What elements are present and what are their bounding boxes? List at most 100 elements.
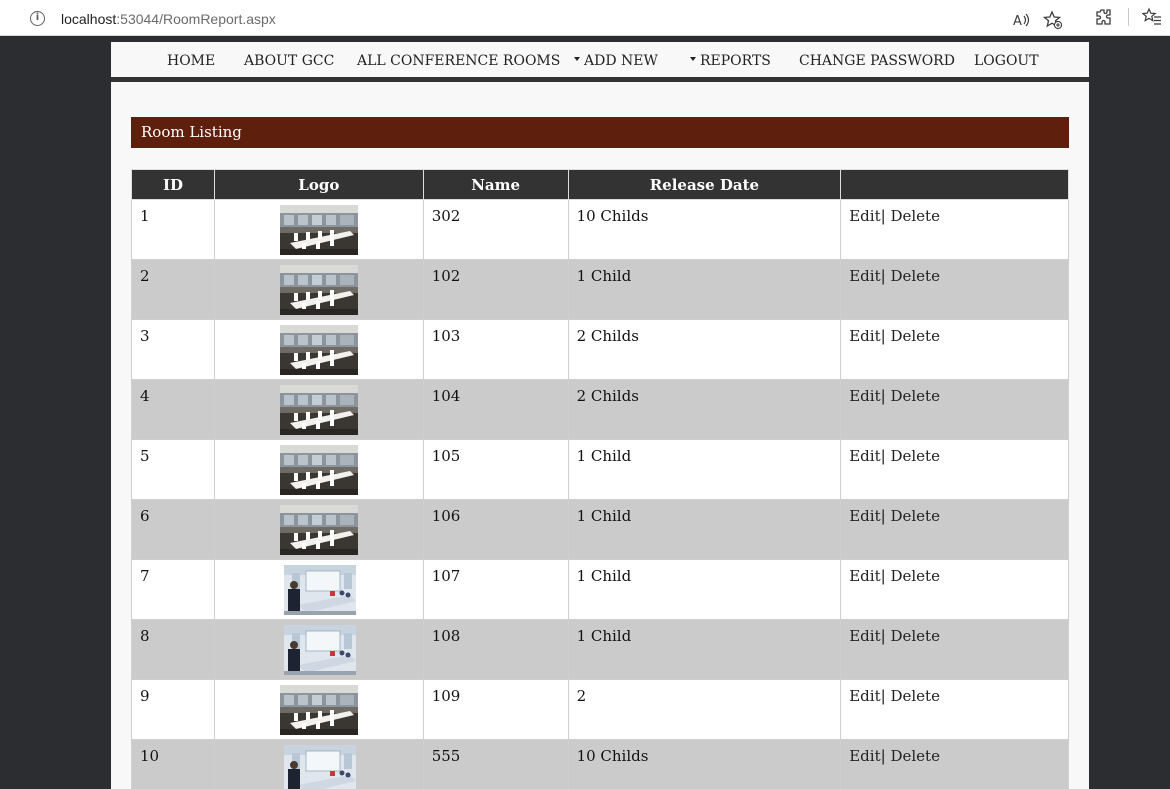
read-aloud-icon[interactable]: A xyxy=(1010,9,1032,31)
table-row: 5 105 1 Child Edit| Delete xyxy=(131,439,1069,500)
nav-reports-dropdown[interactable]: REPORTS xyxy=(690,53,771,69)
delete-link[interactable]: Delete xyxy=(890,267,939,285)
delete-link[interactable]: Delete xyxy=(890,567,939,585)
cell-logo xyxy=(213,739,424,789)
favorites-icon[interactable] xyxy=(1141,6,1163,28)
cell-logo xyxy=(213,559,424,620)
nav-change-password[interactable]: CHANGE PASSWORD xyxy=(799,53,955,69)
room-thumbnail-image xyxy=(279,205,358,255)
nav-about-gcc[interactable]: ABOUT GCC xyxy=(244,53,334,69)
cell-logo xyxy=(213,499,424,560)
action-separator: | xyxy=(880,627,886,645)
table-row: 2 102 1 Child Edit| Delete xyxy=(131,259,1069,320)
cell-actions: Edit| Delete xyxy=(840,619,1069,680)
edit-link[interactable]: Edit xyxy=(849,507,880,525)
cell-release-date: 10 Childs xyxy=(567,739,842,789)
nav-logout[interactable]: LOGOUT xyxy=(974,53,1039,69)
edit-link[interactable]: Edit xyxy=(849,447,880,465)
table-row: 6 106 1 Child Edit| Delete xyxy=(131,499,1069,560)
cell-actions: Edit| Delete xyxy=(840,439,1069,500)
room-thumbnail-image xyxy=(279,385,358,435)
room-thumbnail-image xyxy=(282,625,356,675)
action-separator: | xyxy=(880,447,886,465)
edit-link[interactable]: Edit xyxy=(849,267,880,285)
header-actions xyxy=(840,169,1069,200)
nav-reports-label: REPORTS xyxy=(700,53,771,69)
table-header-row: ID Logo Name Release Date xyxy=(131,169,1069,200)
nav-add-new-dropdown[interactable]: ADD NEW xyxy=(574,53,658,69)
address-bar[interactable]: i localhost:53044/RoomReport.aspx A xyxy=(6,3,1076,31)
delete-link[interactable]: Delete xyxy=(890,447,939,465)
table-row: 9 109 2 Edit| Delete xyxy=(131,679,1069,740)
info-icon[interactable]: i xyxy=(30,11,45,26)
cell-actions: Edit| Delete xyxy=(840,199,1069,260)
url-host: localhost xyxy=(61,11,117,27)
action-separator: | xyxy=(880,387,886,405)
caret-down-icon xyxy=(690,57,696,61)
edit-link[interactable]: Edit xyxy=(849,747,880,765)
delete-link[interactable]: Delete xyxy=(890,207,939,225)
cell-actions: Edit| Delete xyxy=(840,499,1069,560)
edit-link[interactable]: Edit xyxy=(849,627,880,645)
cell-logo xyxy=(213,439,424,500)
edit-link[interactable]: Edit xyxy=(849,687,880,705)
cell-release-date: 1 Child xyxy=(567,559,842,620)
cell-release-date: 2 Childs xyxy=(567,319,842,380)
cell-actions: Edit| Delete xyxy=(840,379,1069,440)
room-thumbnail-image xyxy=(282,745,356,789)
edit-link[interactable]: Edit xyxy=(849,207,880,225)
url-text[interactable]: localhost:53044/RoomReport.aspx xyxy=(61,11,276,27)
toolbar-divider xyxy=(1128,8,1129,26)
header-name: Name xyxy=(422,169,569,200)
action-separator: | xyxy=(880,207,886,225)
nav-add-new-label: ADD NEW xyxy=(584,53,658,69)
nav-all-conference-rooms[interactable]: ALL CONFERENCE ROOMS xyxy=(357,53,560,69)
room-thumbnail-image xyxy=(279,505,358,555)
action-separator: | xyxy=(880,507,886,525)
delete-link[interactable]: Delete xyxy=(890,627,939,645)
edit-link[interactable]: Edit xyxy=(849,567,880,585)
delete-link[interactable]: Delete xyxy=(890,747,939,765)
cell-logo xyxy=(213,379,424,440)
edit-link[interactable]: Edit xyxy=(849,327,880,345)
cell-id: 8 xyxy=(131,619,215,680)
room-thumbnail-image xyxy=(279,685,358,735)
url-path: :53044/RoomReport.aspx xyxy=(116,11,276,27)
edit-link[interactable]: Edit xyxy=(849,387,880,405)
delete-link[interactable]: Delete xyxy=(890,327,939,345)
cell-actions: Edit| Delete xyxy=(840,679,1069,740)
cell-id: 4 xyxy=(131,379,215,440)
header-id: ID xyxy=(131,169,215,200)
cell-actions: Edit| Delete xyxy=(840,259,1069,320)
table-row: 1 302 10 Childs Edit| Delete xyxy=(131,199,1069,260)
cell-name: 105 xyxy=(422,439,569,500)
cell-release-date: 1 Child xyxy=(567,259,842,320)
cell-name: 555 xyxy=(422,739,569,789)
cell-name: 109 xyxy=(422,679,569,740)
delete-link[interactable]: Delete xyxy=(890,507,939,525)
delete-link[interactable]: Delete xyxy=(890,387,939,405)
room-table: ID Logo Name Release Date 1 302 10 Childs E… xyxy=(131,169,1069,789)
cell-id: 6 xyxy=(131,499,215,560)
room-thumbnail-image xyxy=(282,565,356,615)
cell-release-date: 10 Childs xyxy=(567,199,842,260)
room-thumbnail-image xyxy=(279,265,358,315)
nav-home[interactable]: HOME xyxy=(167,53,215,69)
cell-actions: Edit| Delete xyxy=(840,319,1069,380)
main-nav: HOME ABOUT GCC ALL CONFERENCE ROOMS ADD … xyxy=(111,42,1089,82)
cell-id: 7 xyxy=(131,559,215,620)
caret-down-icon xyxy=(574,57,580,61)
action-separator: | xyxy=(880,687,886,705)
room-thumbnail-image xyxy=(279,445,358,495)
cell-name: 106 xyxy=(422,499,569,560)
cell-logo xyxy=(213,679,424,740)
cell-logo xyxy=(213,199,424,260)
delete-link[interactable]: Delete xyxy=(890,687,939,705)
room-thumbnail-image xyxy=(279,325,358,375)
browser-toolbar: i localhost:53044/RoomReport.aspx A xyxy=(0,0,1170,36)
header-release-date: Release Date xyxy=(567,169,842,200)
table-row: 7 107 1 Child Edit| Delete xyxy=(131,559,1069,620)
action-separator: | xyxy=(880,747,886,765)
extensions-icon[interactable] xyxy=(1093,6,1115,28)
favorite-add-icon[interactable] xyxy=(1042,9,1064,31)
